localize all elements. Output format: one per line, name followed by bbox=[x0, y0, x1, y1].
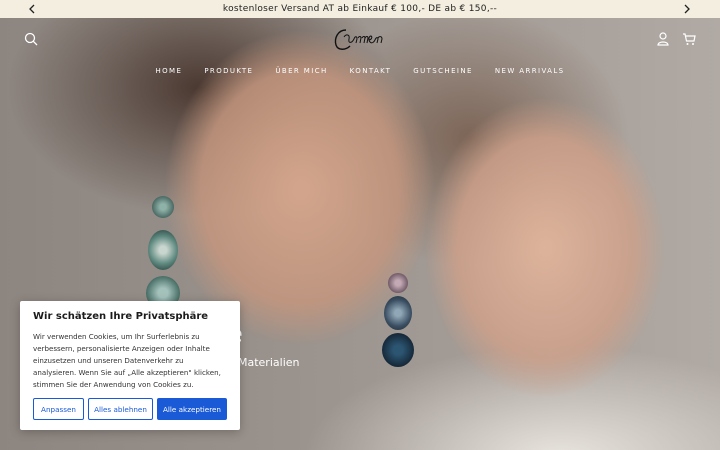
nav-item-ueber-mich[interactable]: ÜBER MICH bbox=[275, 67, 327, 75]
cookie-title: Wir schätzen Ihre Privatsphäre bbox=[33, 311, 209, 322]
announcement-bar: kostenloser Versand AT ab Einkauf € 100,… bbox=[0, 0, 720, 18]
accept-all-button[interactable]: Alle akzeptieren bbox=[157, 398, 227, 420]
chevron-left-icon[interactable] bbox=[25, 2, 39, 16]
chevron-right-icon[interactable] bbox=[680, 2, 694, 16]
nav-item-kontakt[interactable]: KONTAKT bbox=[350, 67, 392, 75]
customize-button[interactable]: Anpassen bbox=[33, 398, 84, 420]
cookie-description: Wir verwenden Cookies, um Ihr Surferlebn… bbox=[33, 332, 221, 389]
nav-item-new-arrivals[interactable]: NEW ARRIVALS bbox=[495, 67, 565, 75]
cookie-consent-dialog: Wir schätzen Ihre Privatsphäre Wir verwe… bbox=[20, 301, 240, 430]
cookie-buttons: Anpassen Alles ablehnen Alle akzeptieren bbox=[33, 398, 227, 420]
nav-item-gutscheine[interactable]: GUTSCHEINE bbox=[413, 67, 473, 75]
nav-item-home[interactable]: HOME bbox=[155, 67, 182, 75]
hero-subheading: Materialien bbox=[238, 356, 300, 369]
reject-all-button[interactable]: Alles ablehnen bbox=[88, 398, 153, 420]
earring-top-right bbox=[388, 273, 408, 293]
search-icon[interactable] bbox=[22, 30, 40, 48]
announcement-text: kostenloser Versand AT ab Einkauf € 100,… bbox=[222, 4, 498, 14]
nav-item-produkte[interactable]: PRODUKTE bbox=[204, 67, 253, 75]
earring-middle-right bbox=[384, 296, 412, 330]
earring-top-left bbox=[152, 196, 174, 218]
earring-bottom-right bbox=[382, 333, 414, 367]
earring-middle-left bbox=[148, 230, 178, 270]
cart-icon[interactable] bbox=[680, 30, 698, 48]
main-nav: HOME PRODUKTE ÜBER MICH KONTAKT GUTSCHEI… bbox=[0, 67, 720, 75]
account-icon[interactable] bbox=[654, 30, 672, 48]
logo[interactable] bbox=[332, 24, 388, 54]
